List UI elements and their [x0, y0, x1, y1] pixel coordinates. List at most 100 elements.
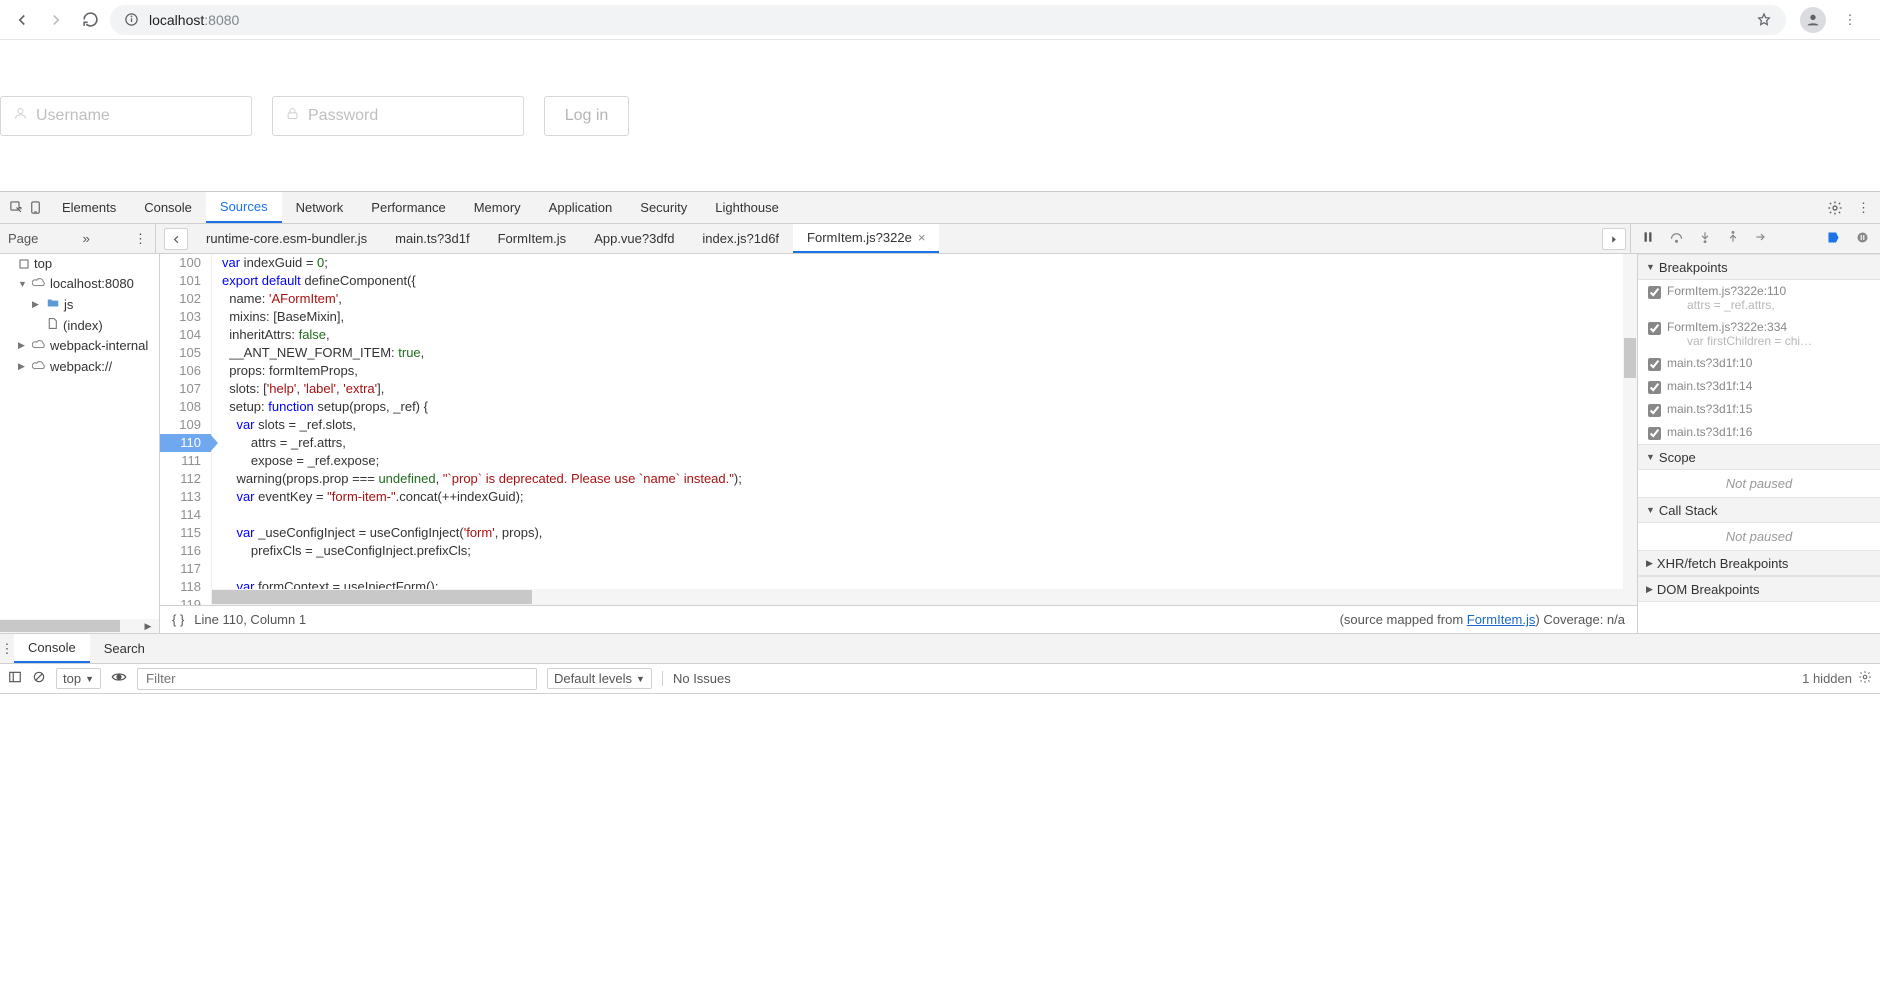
- profile-avatar[interactable]: [1800, 7, 1826, 33]
- devtools-menu-icon[interactable]: ⋮: [1857, 200, 1870, 216]
- line-number[interactable]: 119: [160, 596, 212, 605]
- line-number[interactable]: 111: [160, 452, 212, 470]
- step-into-icon[interactable]: [1698, 230, 1712, 247]
- devtools-tab-sources[interactable]: Sources: [206, 192, 282, 223]
- code-line[interactable]: mixins: [BaseMixin],: [212, 308, 344, 326]
- file-navigator[interactable]: top ▼localhost:8080▶js(index)▶webpack-in…: [0, 254, 160, 633]
- code-line[interactable]: __ANT_NEW_FORM_ITEM: true,: [212, 344, 424, 362]
- breakpoint-item[interactable]: FormItem.js?322e:110attrs = _ref.attrs,: [1638, 280, 1880, 316]
- tree-item[interactable]: ▶webpack://: [0, 356, 159, 377]
- tree-item[interactable]: ▶webpack-internal: [0, 335, 159, 356]
- console-filter-input[interactable]: [137, 668, 537, 690]
- drawer-menu-icon[interactable]: ⋮: [0, 634, 14, 663]
- devtools-tab-lighthouse[interactable]: Lighthouse: [701, 192, 793, 223]
- line-number[interactable]: 101: [160, 272, 212, 290]
- line-number[interactable]: 102: [160, 290, 212, 308]
- scope-header[interactable]: ▼Scope: [1638, 444, 1880, 470]
- tree-item[interactable]: (index): [0, 315, 159, 335]
- line-number[interactable]: 117: [160, 560, 212, 578]
- code-vertical-scrollbar[interactable]: [1623, 254, 1637, 589]
- navigator-scrollbar[interactable]: [0, 619, 160, 633]
- code-line[interactable]: var indexGuid = 0;: [212, 254, 328, 272]
- line-number[interactable]: 110: [160, 434, 212, 452]
- step-icon[interactable]: [1754, 230, 1768, 247]
- line-number[interactable]: 113: [160, 488, 212, 506]
- breakpoint-checkbox[interactable]: [1648, 427, 1661, 440]
- devtools-tab-console[interactable]: Console: [130, 192, 206, 223]
- breakpoint-item[interactable]: main.ts?3d1f:16: [1638, 421, 1880, 444]
- devtools-tab-application[interactable]: Application: [535, 192, 627, 223]
- tree-top[interactable]: top: [0, 254, 159, 273]
- file-tab[interactable]: FormItem.js: [484, 224, 581, 253]
- line-number[interactable]: 112: [160, 470, 212, 488]
- live-expression-icon[interactable]: [111, 669, 127, 688]
- navigator-scroll-right[interactable]: ▶: [140, 619, 156, 633]
- inspect-element-icon[interactable]: [4, 192, 48, 223]
- file-tab[interactable]: App.vue?3dfd: [580, 224, 688, 253]
- clear-console-icon[interactable]: [32, 670, 46, 687]
- xhr-breakpoints-header[interactable]: ▶XHR/fetch Breakpoints: [1638, 550, 1880, 576]
- line-number[interactable]: 115: [160, 524, 212, 542]
- navigator-menu-icon[interactable]: ⋮: [134, 231, 147, 247]
- code-line[interactable]: [212, 506, 222, 524]
- settings-icon[interactable]: [1827, 200, 1843, 216]
- code-line[interactable]: var _useConfigInject = useConfigInject('…: [212, 524, 542, 542]
- file-tab[interactable]: runtime-core.esm-bundler.js: [192, 224, 381, 253]
- code-line[interactable]: expose = _ref.expose;: [212, 452, 379, 470]
- step-over-icon[interactable]: [1669, 230, 1684, 248]
- code-line[interactable]: var slots = _ref.slots,: [212, 416, 356, 434]
- console-settings-icon[interactable]: [1858, 670, 1872, 687]
- step-out-icon[interactable]: [1726, 230, 1740, 247]
- code-line[interactable]: warning(props.prop === undefined, "`prop…: [212, 470, 742, 488]
- breakpoint-item[interactable]: main.ts?3d1f:14: [1638, 375, 1880, 398]
- code-line[interactable]: props: formItemProps,: [212, 362, 358, 380]
- breakpoint-item[interactable]: main.ts?3d1f:10: [1638, 352, 1880, 375]
- back-button[interactable]: [8, 6, 36, 34]
- devtools-tab-memory[interactable]: Memory: [460, 192, 535, 223]
- breakpoint-checkbox[interactable]: [1648, 404, 1661, 417]
- code-line[interactable]: [212, 560, 222, 578]
- log-levels-selector[interactable]: Default levels ▼: [547, 668, 652, 689]
- close-tab-icon[interactable]: ×: [918, 230, 926, 245]
- line-number[interactable]: 107: [160, 380, 212, 398]
- url-bar[interactable]: localhost:8080: [110, 5, 1786, 35]
- file-tab[interactable]: FormItem.js?322e×: [793, 224, 939, 253]
- username-field[interactable]: Username: [0, 96, 252, 136]
- file-tab[interactable]: index.js?1d6f: [688, 224, 793, 253]
- tree-item[interactable]: ▶js: [0, 294, 159, 315]
- devtools-tab-security[interactable]: Security: [626, 192, 701, 223]
- file-tab[interactable]: main.ts?3d1f: [381, 224, 483, 253]
- deactivate-breakpoints-icon[interactable]: [1826, 230, 1841, 248]
- breakpoint-item[interactable]: main.ts?3d1f:15: [1638, 398, 1880, 421]
- line-number[interactable]: 114: [160, 506, 212, 524]
- reload-button[interactable]: [76, 6, 104, 34]
- tree-item[interactable]: ▼localhost:8080: [0, 273, 159, 294]
- breakpoint-item[interactable]: FormItem.js?322e:334var firstChildren = …: [1638, 316, 1880, 352]
- code-editor[interactable]: 100var indexGuid = 0;101export default d…: [160, 254, 1638, 633]
- code-line[interactable]: prefixCls = _useConfigInject.prefixCls;: [212, 542, 471, 560]
- devtools-tab-network[interactable]: Network: [282, 192, 358, 223]
- navigator-more-icon[interactable]: »: [77, 231, 96, 246]
- forward-button[interactable]: [42, 6, 70, 34]
- line-number[interactable]: 105: [160, 344, 212, 362]
- line-number[interactable]: 108: [160, 398, 212, 416]
- chrome-menu-icon[interactable]: ⋮: [1836, 6, 1864, 34]
- page-pane-label[interactable]: Page: [8, 231, 38, 246]
- login-button[interactable]: Log in: [544, 96, 629, 136]
- star-icon[interactable]: [1756, 12, 1772, 28]
- devtools-tab-elements[interactable]: Elements: [48, 192, 130, 223]
- execution-context-selector[interactable]: top ▼: [56, 668, 101, 689]
- line-number[interactable]: 103: [160, 308, 212, 326]
- line-number[interactable]: 116: [160, 542, 212, 560]
- pause-exceptions-icon[interactable]: [1855, 230, 1870, 248]
- dom-breakpoints-header[interactable]: ▶DOM Breakpoints: [1638, 576, 1880, 602]
- drawer-tab-console[interactable]: Console: [14, 634, 90, 663]
- pretty-print-icon[interactable]: { }: [172, 612, 184, 627]
- code-line[interactable]: inheritAttrs: false,: [212, 326, 330, 344]
- console-sidebar-toggle-icon[interactable]: [8, 670, 22, 687]
- line-number[interactable]: 104: [160, 326, 212, 344]
- code-line[interactable]: var eventKey = "form-item-".concat(++ind…: [212, 488, 524, 506]
- password-field[interactable]: Password: [272, 96, 524, 136]
- line-number[interactable]: 118: [160, 578, 212, 596]
- line-number[interactable]: 109: [160, 416, 212, 434]
